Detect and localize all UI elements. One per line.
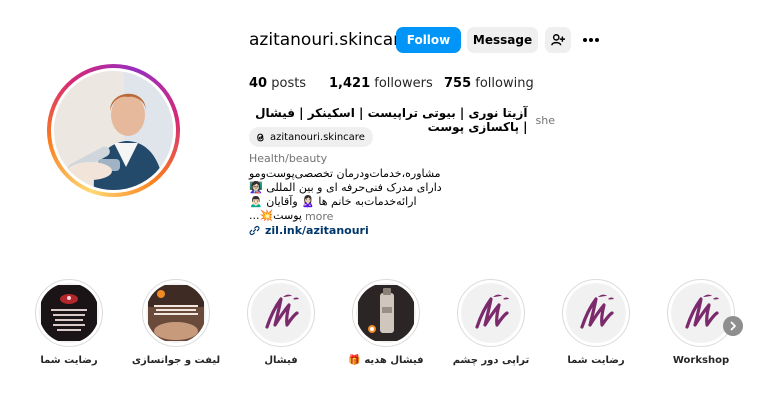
following-count[interactable]: 755 following xyxy=(444,76,534,91)
bio-line: دارای مدرک فنی‌حرفه ای و بین المللی 👩🏻‍🏫 xyxy=(249,181,442,194)
highlight-cover xyxy=(566,283,626,343)
bio-line: پوست💥... xyxy=(249,209,302,222)
highlight-item[interactable]: Workshop xyxy=(667,279,737,366)
highlight-ring xyxy=(667,279,735,347)
threads-badge[interactable]: azitanouri.skincare xyxy=(249,127,373,147)
posts-count: 40 posts xyxy=(249,76,306,91)
brand-logo-icon xyxy=(463,285,519,341)
highlight-label: تراپی دور چشم xyxy=(452,355,530,366)
highlight-ring xyxy=(35,279,103,347)
product-bottle-thumbnail xyxy=(358,285,414,341)
profile-avatar[interactable] xyxy=(47,64,180,197)
highlight-label: فیشال xyxy=(264,355,298,366)
more-horizontal-icon xyxy=(583,38,599,42)
following-label: following xyxy=(475,76,534,91)
avatar-illustration xyxy=(54,71,173,190)
following-number: 755 xyxy=(444,76,472,91)
message-button[interactable]: Message xyxy=(467,27,538,53)
follow-button[interactable]: Follow xyxy=(396,27,461,53)
highlight-cover xyxy=(146,283,206,343)
followers-count[interactable]: 1,421 followers xyxy=(329,76,433,91)
posts-number: 40 xyxy=(249,76,268,91)
highlight-item[interactable]: لیفت و جوانسازی xyxy=(132,279,220,366)
threads-handle: azitanouri.skincare xyxy=(270,131,365,143)
brand-logo-icon xyxy=(253,285,309,341)
highlight-item[interactable]: فیشال xyxy=(247,279,317,366)
profile-username: azitanouri.skincare xyxy=(249,30,411,50)
highlight-item[interactable]: تراپی دور چشم xyxy=(453,279,529,366)
threads-icon xyxy=(257,133,264,141)
highlight-label: رضایت شما xyxy=(40,355,98,366)
profile-link[interactable]: zil.ink/azitanouri xyxy=(249,224,369,237)
highlight-cover xyxy=(461,283,521,343)
followers-number: 1,421 xyxy=(329,76,371,91)
highlight-label: رضایت شما xyxy=(567,355,625,366)
dark-collage-thumbnail xyxy=(41,285,97,341)
highlights-next-button[interactable] xyxy=(723,316,743,336)
profile-bio: مشاوره،خدمات‌ودرمان تخصصی‌پوست‌ومو دارای… xyxy=(249,167,449,223)
suggest-users-button[interactable] xyxy=(545,27,571,53)
highlight-ring xyxy=(562,279,630,347)
bio-last-row: پوست💥... more xyxy=(249,209,449,223)
highlight-cover xyxy=(356,283,416,343)
highlight-cover xyxy=(39,283,99,343)
brand-logo-icon xyxy=(673,285,729,341)
highlight-item[interactable]: رضایت شما xyxy=(562,279,632,366)
profile-category: Health/beauty xyxy=(249,152,328,165)
highlight-label: لیفت و جوانسازی xyxy=(131,355,221,366)
highlight-item[interactable]: فیشال هدیه 🎁 xyxy=(348,279,424,366)
highlight-ring xyxy=(352,279,420,347)
link-icon xyxy=(249,225,260,236)
chevron-right-icon xyxy=(730,321,736,331)
bio-line: ارائه‌خدمات‌به خانم ها 🙎🏻‍♀️ وآقایان 🙍🏻‍… xyxy=(249,195,417,208)
bio-more-link[interactable]: more xyxy=(305,210,334,223)
bio-line: مشاوره،خدمات‌ودرمان تخصصی‌پوست‌ومو xyxy=(249,167,441,180)
skin-photo-thumbnail xyxy=(148,285,204,341)
highlight-ring xyxy=(457,279,525,347)
highlight-ring xyxy=(142,279,210,347)
highlight-cover xyxy=(251,283,311,343)
more-options-button[interactable] xyxy=(580,30,602,50)
highlight-label: فیشال هدیه 🎁 xyxy=(348,355,424,366)
brand-logo-icon xyxy=(568,285,624,341)
highlight-item[interactable]: رضایت شما xyxy=(35,279,105,366)
posts-label: posts xyxy=(271,76,307,91)
highlight-label: Workshop xyxy=(672,355,730,366)
highlight-ring xyxy=(247,279,315,347)
highlight-cover xyxy=(671,283,731,343)
profile-pronoun: she xyxy=(535,113,555,127)
avatar-photo xyxy=(54,71,173,190)
followers-label: followers xyxy=(374,76,433,91)
person-plus-icon xyxy=(551,34,565,46)
profile-link-text: zil.ink/azitanouri xyxy=(265,224,369,237)
